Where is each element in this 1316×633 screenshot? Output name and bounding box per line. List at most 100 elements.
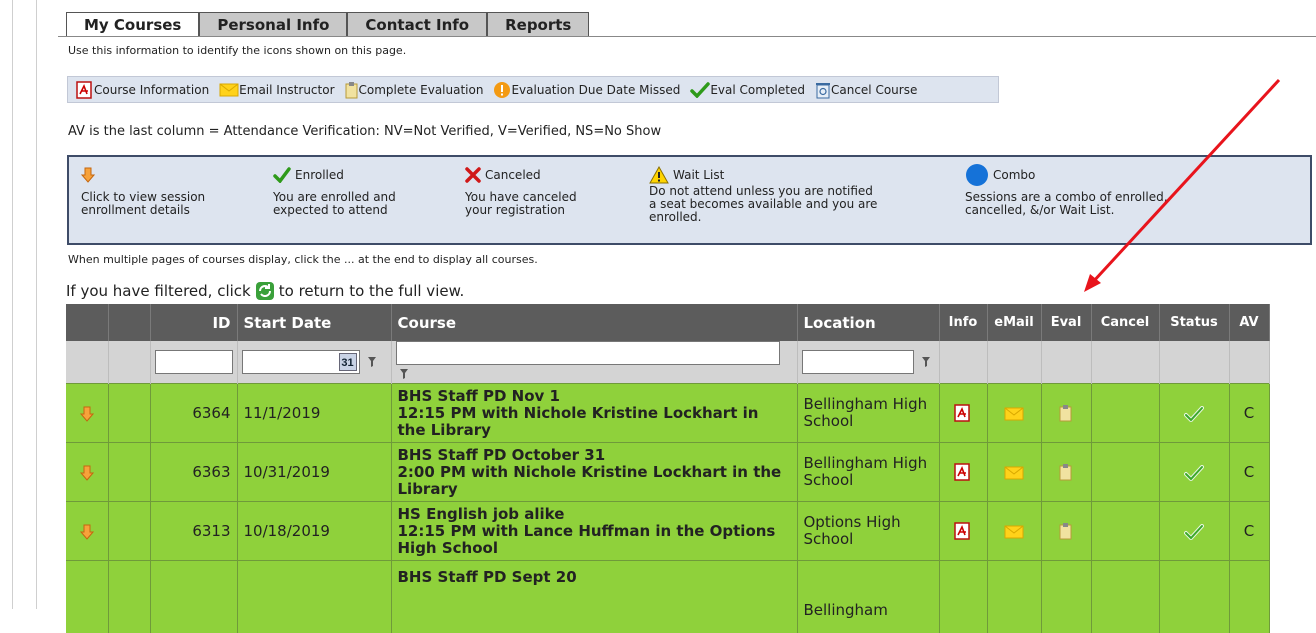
course-id: 6363 xyxy=(150,443,237,502)
location: Bellingham High School xyxy=(797,384,939,443)
location: Bellingham xyxy=(797,561,939,633)
x-mark-icon xyxy=(465,167,481,183)
legend-enrolled-desc: You are enrolled and expected to attend xyxy=(273,191,413,217)
legend-session-desc: Click to view session enrollment details xyxy=(81,191,231,217)
location: Options High School xyxy=(797,502,939,561)
envelope-icon xyxy=(219,82,239,98)
tab-my-courses[interactable]: My Courses xyxy=(66,12,199,36)
arrow-down-icon[interactable] xyxy=(80,406,94,422)
table-row: 6364 11/1/2019 BHS Staff PD Nov 1 12:15 … xyxy=(66,384,1269,443)
tab-personal-info[interactable]: Personal Info xyxy=(199,12,347,36)
filter-cell-empty xyxy=(1041,341,1091,384)
header-course[interactable]: Course xyxy=(391,304,797,341)
location: Bellingham High School xyxy=(797,443,939,502)
table-row: BHS Staff PD Sept 20 Bellingham xyxy=(66,561,1269,633)
pdf-icon[interactable] xyxy=(954,404,972,422)
refresh-icon[interactable] xyxy=(255,281,275,301)
course-detail: 12:15 PM with Nichole Kristine Lockhart … xyxy=(398,405,791,439)
exclamation-circle-icon xyxy=(493,81,511,99)
info-cell xyxy=(939,502,987,561)
arrow-down-icon[interactable] xyxy=(80,524,94,540)
email-cell xyxy=(987,561,1041,633)
header-status: Status xyxy=(1159,304,1229,341)
start-date: 11/1/2019 xyxy=(237,384,391,443)
filter-funnel-icon[interactable] xyxy=(400,369,408,379)
checkmark-icon xyxy=(1184,465,1204,481)
status-cell xyxy=(1159,384,1229,443)
blank-cell xyxy=(108,502,150,561)
legend-complete-eval: Complete Evaluation xyxy=(359,83,484,97)
calendar-icon[interactable]: 31 xyxy=(339,353,357,371)
eval-cell xyxy=(1041,561,1091,633)
table-header-row: ID Start Date Course Location Info eMail… xyxy=(66,304,1269,341)
header-email: eMail xyxy=(987,304,1041,341)
filter-cell-empty xyxy=(939,341,987,384)
tab-contact-info[interactable]: Contact Info xyxy=(347,12,487,36)
clipboard-icon[interactable] xyxy=(1059,522,1073,540)
legend-cancel: Cancel Course xyxy=(831,83,917,97)
header-id[interactable]: ID xyxy=(150,304,237,341)
tab-reports[interactable]: Reports xyxy=(487,12,589,36)
date-filter-input[interactable]: 31 xyxy=(242,350,360,374)
left-border-line-2 xyxy=(36,0,37,609)
filter-funnel-icon[interactable] xyxy=(922,357,930,367)
courses-table: ID Start Date Course Location Info eMail… xyxy=(66,304,1270,633)
table-row: 6363 10/31/2019 BHS Staff PD October 31 … xyxy=(66,443,1269,502)
checkmark-icon xyxy=(690,82,710,98)
filter-note-after: to return to the full view. xyxy=(279,282,465,300)
header-eval: Eval xyxy=(1041,304,1091,341)
legend-canceled-col: Canceled You have canceled your registra… xyxy=(465,163,645,217)
start-date: 10/18/2019 xyxy=(237,502,391,561)
filter-cell-id xyxy=(150,341,237,384)
tab-bar: My Courses Personal Info Contact Info Re… xyxy=(66,12,589,36)
table-row: 6313 10/18/2019 HS English job alike 12:… xyxy=(66,502,1269,561)
blue-circle-icon xyxy=(965,163,989,187)
av-cell: C xyxy=(1229,443,1269,502)
av-cell xyxy=(1229,561,1269,633)
pdf-icon[interactable] xyxy=(954,522,972,540)
filter-funnel-icon[interactable] xyxy=(368,357,376,367)
filter-cell-empty xyxy=(1159,341,1229,384)
envelope-icon[interactable] xyxy=(1004,465,1024,481)
location-filter-input[interactable] xyxy=(802,350,914,374)
status-cell xyxy=(1159,561,1229,633)
legend-canceled-desc: You have canceled your registration xyxy=(465,191,595,217)
icon-hint-text: Use this information to identify the ico… xyxy=(68,44,406,57)
legend-canceled-title: Canceled xyxy=(485,168,541,182)
info-cell xyxy=(939,561,987,633)
eval-cell xyxy=(1041,443,1091,502)
legend-waitlist-title: Wait List xyxy=(673,168,724,182)
course-id: 6364 xyxy=(150,384,237,443)
legend-due-missed: Evaluation Due Date Missed xyxy=(511,83,680,97)
id-filter-input[interactable] xyxy=(155,350,233,374)
blank-cell xyxy=(108,384,150,443)
course-id xyxy=(150,561,237,633)
info-cell xyxy=(939,384,987,443)
envelope-icon[interactable] xyxy=(1004,524,1024,540)
email-cell xyxy=(987,384,1041,443)
start-date: 10/31/2019 xyxy=(237,443,391,502)
header-info: Info xyxy=(939,304,987,341)
course-title: HS English job alike xyxy=(398,506,791,523)
course-cell: HS English job alike 12:15 PM with Lance… xyxy=(391,502,797,561)
trash-recycle-icon xyxy=(815,81,831,99)
header-location[interactable]: Location xyxy=(797,304,939,341)
filter-cell-location xyxy=(797,341,939,384)
course-cell: BHS Staff PD October 31 2:00 PM with Nic… xyxy=(391,443,797,502)
clipboard-icon[interactable] xyxy=(1059,404,1073,422)
blank-cell xyxy=(108,443,150,502)
header-start-date[interactable]: Start Date xyxy=(237,304,391,341)
arrow-down-icon[interactable] xyxy=(80,465,94,481)
legend-enrolled-col: Enrolled You are enrolled and expected t… xyxy=(273,163,453,217)
pdf-icon xyxy=(76,81,94,99)
expand-cell xyxy=(66,502,108,561)
legend-waitlist-desc: Do not attend unless you are notified a … xyxy=(649,185,879,224)
legend-course-info: Course Information xyxy=(94,83,209,97)
av-cell: C xyxy=(1229,502,1269,561)
eval-cell xyxy=(1041,502,1091,561)
warning-triangle-icon xyxy=(649,166,669,184)
clipboard-icon[interactable] xyxy=(1059,463,1073,481)
envelope-icon[interactable] xyxy=(1004,406,1024,422)
course-filter-input[interactable] xyxy=(396,341,780,365)
pdf-icon[interactable] xyxy=(954,463,972,481)
